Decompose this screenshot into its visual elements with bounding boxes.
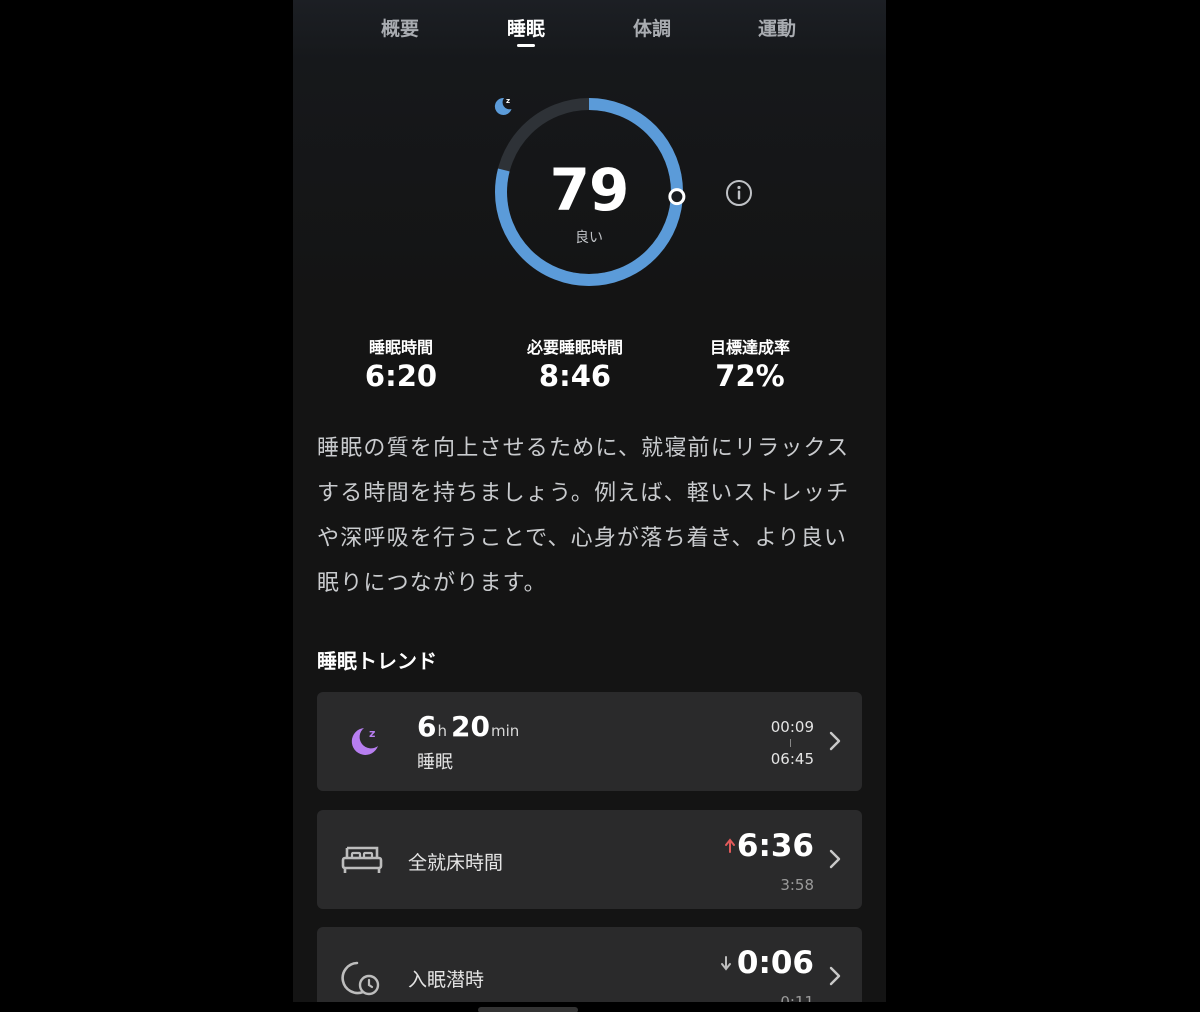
chevron-right-icon xyxy=(829,966,841,986)
tab-label: 運動 xyxy=(757,18,796,40)
stat-goal-rate: 目標達成率 72% xyxy=(670,334,830,393)
svg-text:z: z xyxy=(506,97,510,105)
stat-value: 72% xyxy=(715,359,785,393)
chevron-right-icon xyxy=(829,849,841,869)
stat-label: 必要睡眠時間 xyxy=(526,338,623,357)
stat-label: 睡眠時間 xyxy=(368,338,433,357)
bed-icon xyxy=(341,846,383,873)
duration-hours-unit: h xyxy=(437,722,447,740)
moon-icon: z xyxy=(351,727,378,755)
duration-hours: 6 xyxy=(417,710,437,743)
sleep-start-time: 00:09 xyxy=(770,718,814,736)
time-in-bed-sub: 3:58 xyxy=(780,876,814,894)
tab-overview[interactable]: 概要 xyxy=(360,14,440,41)
sleep-latency-sub: 0:11 xyxy=(780,993,814,1002)
stat-value: 8:46 xyxy=(538,359,612,393)
sleep-duration: 6h 20min xyxy=(417,710,523,743)
chevron-right-icon xyxy=(829,731,841,751)
sleep-trend-title: 睡眠トレンド xyxy=(317,649,437,673)
tab-sleep[interactable]: 睡眠 xyxy=(486,14,566,47)
stat-required-sleep: 必要睡眠時間 8:46 xyxy=(495,334,655,393)
arrow-down-icon xyxy=(721,956,731,971)
info-icon[interactable] xyxy=(724,178,754,208)
moon-icon: z xyxy=(494,97,512,115)
stat-sleep-time: 睡眠時間 6:20 xyxy=(321,334,481,393)
card-label: 睡眠 xyxy=(417,752,453,773)
svg-text:z: z xyxy=(369,727,375,740)
sleep-score-label: 良い xyxy=(575,230,603,246)
moon-clock-icon xyxy=(341,961,380,996)
duration-minutes: 20 xyxy=(451,710,490,743)
tab-bar: 概要 睡眠 体調 運動 xyxy=(293,0,886,60)
time-in-bed-card[interactable]: 全就床時間 6:36 3:58 xyxy=(317,810,862,909)
card-label: 入眠潜時 xyxy=(408,969,485,991)
sleep-latency-card[interactable]: 入眠潜時 0:06 0:11 xyxy=(317,927,862,1002)
sleep-duration-card[interactable]: z 6h 20min 睡眠 00:09 06:45 xyxy=(317,692,862,791)
tab-exercise[interactable]: 運動 xyxy=(737,14,817,41)
home-indicator xyxy=(478,1007,578,1012)
sleep-score-ring: z 79 良い xyxy=(491,94,687,290)
time-separator xyxy=(790,739,791,747)
sleep-advice-text: 睡眠の質を向上させるために、就寝前にリラックスする時間を持ちましょう。例えば、軽… xyxy=(317,436,850,596)
duration-minutes-unit: min xyxy=(490,722,520,740)
sleep-screen: 概要 睡眠 体調 運動 z 79 良い 睡眠時間 6:20 必要睡眠時間 8:4… xyxy=(293,0,886,1002)
sleep-score-value: 79 xyxy=(549,156,630,224)
tab-label: 概要 xyxy=(380,18,419,40)
sleep-time-range: 00:09 06:45 xyxy=(744,718,814,768)
sleep-latency-value: 0:06 xyxy=(736,945,814,981)
stat-value: 6:20 xyxy=(364,359,438,393)
arrow-up-icon xyxy=(725,838,735,853)
tab-label: 睡眠 xyxy=(506,18,545,40)
tab-condition[interactable]: 体調 xyxy=(612,14,692,41)
tab-underline xyxy=(517,44,535,47)
card-label: 全就床時間 xyxy=(408,852,504,874)
sleep-end-time: 06:45 xyxy=(770,750,814,768)
stat-label: 目標達成率 xyxy=(709,338,790,357)
time-in-bed-value: 6:36 xyxy=(736,828,814,864)
tab-label: 体調 xyxy=(632,18,671,40)
